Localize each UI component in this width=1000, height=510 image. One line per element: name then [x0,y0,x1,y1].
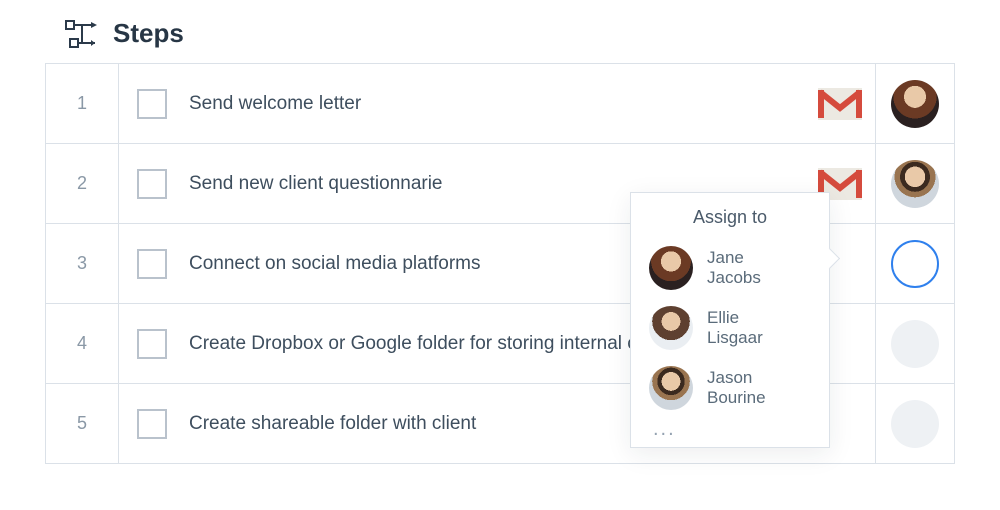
step-assignee[interactable] [875,224,954,303]
gmail-icon [818,88,862,120]
assign-option-name: JasonBourine [707,368,766,409]
step-title: Send welcome letter [189,91,361,117]
page-title: Steps [113,18,184,49]
step-number: 4 [46,304,119,383]
avatar [649,366,693,410]
avatar[interactable] [891,160,939,208]
step-checkbox[interactable] [137,409,167,439]
avatar [649,246,693,290]
assign-option[interactable]: JasonBourine [649,358,811,418]
assign-option-name: JaneJacobs [707,248,761,289]
step-assignee[interactable] [875,304,954,383]
step-assignee[interactable] [875,144,954,223]
step-number: 2 [46,144,119,223]
assignee-placeholder[interactable] [891,320,939,368]
step-assignee[interactable] [875,384,954,463]
step-checkbox[interactable] [137,329,167,359]
step-title: Create shareable folder with client [189,411,476,437]
assign-popover-title: Assign to [649,207,811,228]
step-title: Send new client questionnarie [189,171,443,197]
assign-option[interactable]: JaneJacobs [649,238,811,298]
step-assignee[interactable] [875,64,954,143]
avatar[interactable] [891,80,939,128]
assignee-placeholder[interactable] [891,400,939,448]
step-number: 1 [46,64,119,143]
step-checkbox[interactable] [137,249,167,279]
step-title: Connect on social media platforms [189,251,480,277]
avatar [649,306,693,350]
step-checkbox[interactable] [137,89,167,119]
steps-icon [65,20,99,48]
step-checkbox[interactable] [137,169,167,199]
assign-option[interactable]: EllieLisgaar [649,298,811,358]
table-row: 1 Send welcome letter [46,64,954,144]
assign-popover[interactable]: Assign to JaneJacobs EllieLisgaar JasonBou… [630,192,830,448]
assign-popover-more[interactable]: ... [649,418,811,441]
step-number: 5 [46,384,119,463]
step-number: 3 [46,224,119,303]
step-app [805,64,875,143]
assignee-add[interactable] [891,240,939,288]
assign-option-name: EllieLisgaar [707,308,763,349]
step-main: Send welcome letter [119,89,805,119]
section-header: Steps [65,18,955,49]
